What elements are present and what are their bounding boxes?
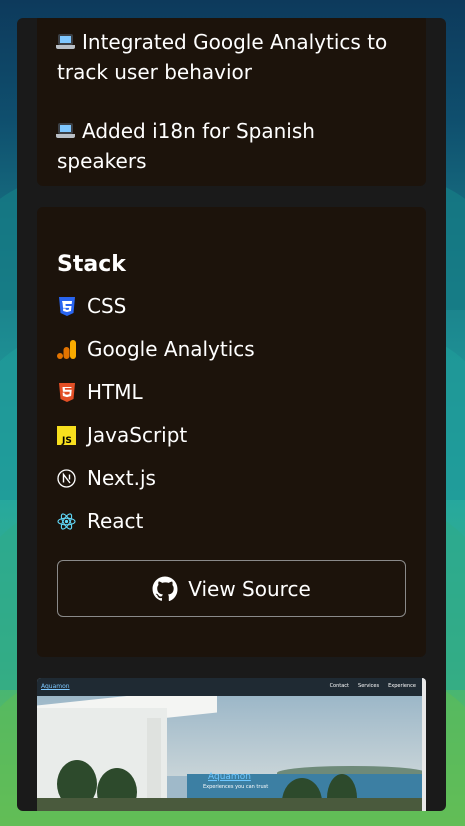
stack-item-nextjs: Next.js [57, 464, 156, 492]
preview-hero-subtitle: Experiences you can trust [203, 784, 269, 790]
stack-item-css: CSS [57, 292, 126, 320]
nextjs-icon [57, 468, 76, 488]
feature-text: Added i18n for Spanish speakers [57, 119, 315, 173]
stack-item-label: Google Analytics [87, 337, 255, 361]
stack-item-label: React [87, 509, 144, 533]
laptop-icon [56, 123, 75, 139]
view-source-button[interactable]: View Source [57, 560, 406, 617]
stack-item-javascript: JS JavaScript [57, 421, 187, 449]
html5-icon [57, 382, 76, 402]
feature-text: Integrated Google Analytics to [82, 30, 388, 54]
preview-nav: Contact Services Experience [329, 683, 416, 689]
stack-item-label: CSS [87, 294, 127, 318]
stack-item-html: HTML [57, 378, 143, 406]
stack-item-google-analytics: Google Analytics [57, 335, 255, 363]
google-analytics-icon [57, 339, 76, 359]
laptop-icon [56, 34, 75, 50]
stack-item-react: React [57, 507, 143, 535]
preview-brand: Aquamon [41, 683, 70, 690]
project-preview-image[interactable]: Aquamon Contact Services Experience Aquamo… [37, 678, 426, 811]
react-icon [57, 512, 76, 531]
stack-item-label: JavaScript [87, 423, 188, 447]
stack-item-label: Next.js [87, 466, 156, 490]
view-source-label: View Source [188, 576, 311, 601]
feature-item: Added i18n for Spanish speakers [56, 116, 407, 176]
features-card: Integrated Google Analytics to track use… [37, 18, 426, 186]
svg-text:JS: JS [61, 436, 72, 445]
project-panel: Integrated Google Analytics to track use… [17, 18, 446, 811]
javascript-icon: JS [57, 425, 76, 445]
stack-card: Stack CSS Google Analytics HTML JS JavaS… [37, 207, 426, 657]
preview-hero-title: Aquamon [208, 772, 251, 782]
css3-icon [57, 296, 76, 316]
github-icon [152, 576, 178, 601]
feature-item: Integrated Google Analytics to track use… [56, 27, 407, 87]
stack-item-label: HTML [87, 380, 143, 404]
stack-title: Stack [57, 252, 126, 277]
feature-text-cont: track user behavior [57, 60, 253, 84]
